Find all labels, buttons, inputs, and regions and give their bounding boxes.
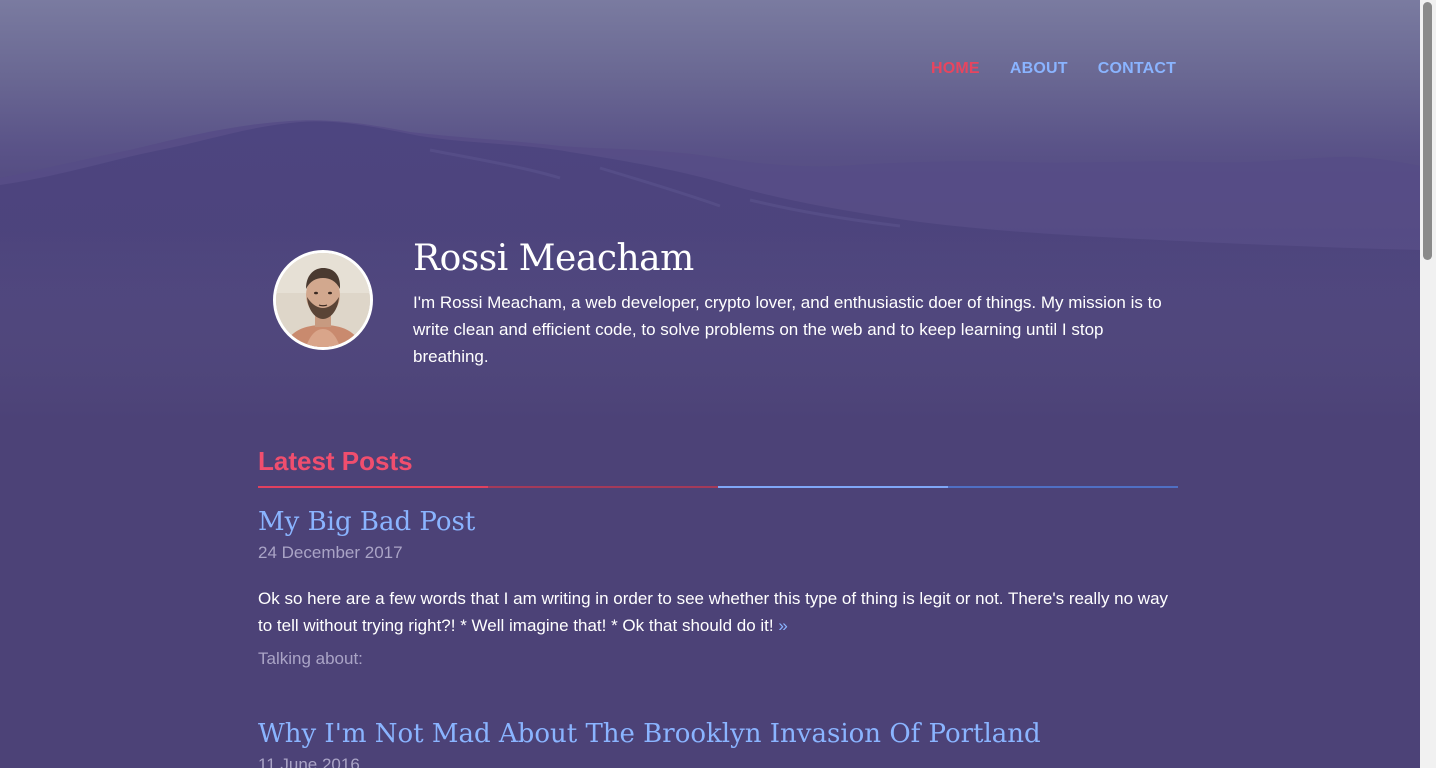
post-tags-label: Talking about: xyxy=(258,649,363,668)
page: HOME ABOUT CONTACT Rossi Meacham I'm Ros… xyxy=(0,0,1420,768)
post-date: 24 December 2017 xyxy=(258,543,403,562)
nav-contact-link[interactable]: CONTACT xyxy=(1098,60,1176,78)
avatar xyxy=(273,250,373,350)
section-divider xyxy=(258,486,1178,489)
post-excerpt: Ok so here are a few words that I am wri… xyxy=(258,585,1178,639)
post-title-link[interactable]: My Big Bad Post xyxy=(258,507,1178,537)
main-nav: HOME ABOUT CONTACT xyxy=(931,60,1176,78)
page-scrollbar[interactable] xyxy=(1420,0,1436,768)
profile-bio: I'm Rossi Meacham, a web developer, cryp… xyxy=(413,293,1162,366)
nav-home-link[interactable]: HOME xyxy=(931,60,980,78)
post-excerpt-text: Ok so here are a few words that I am wri… xyxy=(258,589,1169,635)
nav-about-link[interactable]: ABOUT xyxy=(1010,60,1068,78)
latest-posts-heading: Latest Posts xyxy=(258,446,413,476)
read-more-link[interactable]: » xyxy=(778,616,787,635)
post-date: 11 June 2016 xyxy=(258,755,360,768)
post-item: My Big Bad Post 24 December 2017 Ok so h… xyxy=(258,507,1178,669)
post-item: Why I'm Not Mad About The Brooklyn Invas… xyxy=(258,719,1178,768)
avatar-photo xyxy=(276,253,370,347)
scrollbar-thumb[interactable] xyxy=(1423,2,1432,260)
profile-name: Rossi Meacham xyxy=(413,238,694,279)
post-title-link[interactable]: Why I'm Not Mad About The Brooklyn Invas… xyxy=(258,719,1178,749)
